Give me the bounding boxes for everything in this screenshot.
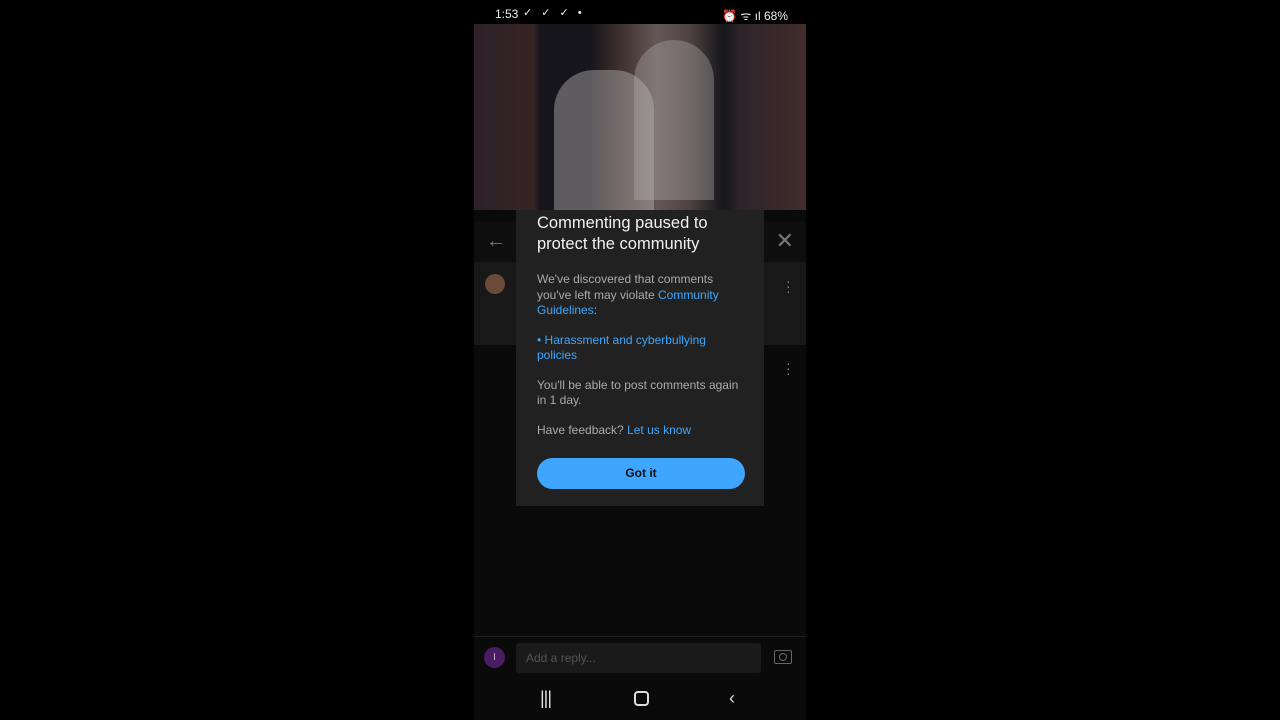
got-it-button[interactable]: Got it	[537, 458, 745, 489]
more-vert-icon[interactable]: · · ·	[786, 274, 791, 298]
camera-icon[interactable]	[774, 650, 792, 664]
back-arrow-icon[interactable]: ←	[486, 230, 506, 253]
body-suffix: :	[593, 303, 598, 317]
clock: 1:53	[495, 7, 519, 21]
reply-input[interactable]: Add a reply...	[516, 643, 761, 673]
commenting-paused-dialog: Commenting paused to protect the communi…	[516, 210, 764, 506]
back-nav-icon[interactable]: ‹	[729, 688, 735, 709]
divider	[474, 636, 806, 637]
home-icon[interactable]	[634, 691, 649, 706]
policy-link[interactable]: • Harassment and cyberbullying policies	[537, 333, 743, 364]
more-vert-icon[interactable]: · · ·	[786, 356, 791, 380]
battery-level: 68%	[763, 9, 788, 23]
system-icons: ⏰ ᯤ ıl 68%	[722, 7, 788, 24]
let-us-know-link[interactable]: Let us know	[627, 423, 691, 437]
feedback-text: Have feedback? Let us know	[537, 423, 743, 439]
commenter-avatar	[485, 274, 505, 294]
user-avatar: I	[484, 647, 505, 668]
dialog-body: We've discovered that comments you've le…	[537, 272, 743, 319]
feedback-prefix: Have feedback?	[537, 422, 628, 437]
phone-screen: 1:53 ✓ ✓ ✓ • ⏰ ᯤ ıl 68% ← ✕ · · · · · · Comm…	[474, 0, 806, 720]
video-figure	[634, 40, 714, 200]
recent-apps-icon[interactable]: |||	[540, 688, 552, 709]
resume-text: You'll be able to post comments again in…	[537, 377, 739, 408]
status-bar: 1:53 ✓ ✓ ✓ • ⏰ ᯤ ıl 68%	[474, 0, 806, 24]
notification-icons: ✓ ✓ ✓ •	[523, 7, 585, 19]
alarm-icon: ⏰ ᯤ ıl	[722, 9, 764, 23]
dialog-title: Commenting paused to protect the communi…	[537, 214, 708, 253]
close-icon[interactable]: ✕	[776, 228, 794, 254]
